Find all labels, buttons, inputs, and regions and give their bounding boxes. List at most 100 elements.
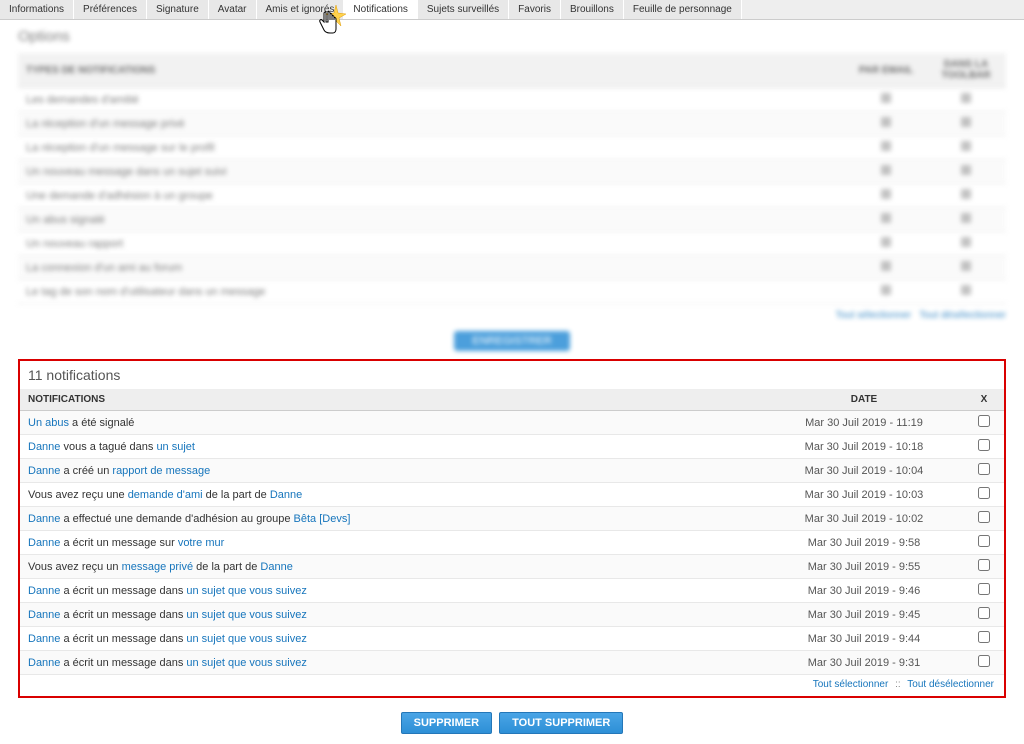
options-select-all[interactable]: Tout sélectionner [836,310,912,321]
notification-link[interactable]: un sujet que vous suivez [186,585,306,597]
tab-avatar[interactable]: Avatar [209,0,257,19]
notification-checkbox[interactable] [978,487,990,499]
option-row-toolbar-cb[interactable] [926,160,1006,184]
notif-deselect-all-link[interactable]: Tout désélectionner [907,679,994,690]
notification-checkbox[interactable] [978,655,990,667]
notification-link[interactable]: votre mur [178,537,224,549]
notification-checkbox[interactable] [978,583,990,595]
tab-feuille-de-personnage[interactable]: Feuille de personnage [624,0,742,19]
option-row-email-cb[interactable] [846,88,926,112]
tab-préférences[interactable]: Préférences [74,0,147,19]
delete-all-button[interactable]: TOUT SUPPRIMER [499,712,623,734]
notification-message: Danne a écrit un message dans un sujet q… [20,651,764,675]
profile-tabs: InformationsPréférencesSignatureAvatarAm… [0,0,1024,20]
options-deselect-all[interactable]: Tout désélectionner [919,310,1006,321]
notification-checkbox[interactable] [978,607,990,619]
link-separator: :: [895,679,901,690]
notification-date: Mar 30 Juil 2019 - 9:55 [764,555,964,579]
notification-link[interactable]: Danne [28,585,60,597]
notification-link[interactable]: un sujet [156,441,195,453]
notification-message: Danne a écrit un message sur votre mur [20,531,764,555]
tab-sujets-surveillés[interactable]: Sujets surveillés [418,0,509,19]
option-row-email-cb[interactable] [846,232,926,256]
tab-brouillons[interactable]: Brouillons [561,0,624,19]
notification-link[interactable]: un sujet que vous suivez [186,609,306,621]
notification-link[interactable]: Danne [270,489,302,501]
notification-message: Danne vous a tagué dans un sujet [20,435,764,459]
option-row-email-cb[interactable] [846,136,926,160]
notification-link[interactable]: Un abus [28,417,69,429]
option-row-toolbar-cb[interactable] [926,184,1006,208]
notifications-table: NOTIFICATIONS DATE X Un abus a été signa… [20,389,1004,675]
option-row-toolbar-cb[interactable] [926,112,1006,136]
notification-link[interactable]: Danne [28,609,60,621]
options-heading: Options [18,28,1006,45]
notification-link[interactable]: un sujet que vous suivez [186,633,306,645]
option-row-email-cb[interactable] [846,184,926,208]
option-row-label: Une demande d'adhésion à un groupe [18,184,846,208]
options-th-toolbar: DANS LA TOOLBAR [926,53,1006,88]
notification-row: Vous avez reçu une demande d'ami de la p… [20,483,1004,507]
notification-link[interactable]: un sujet que vous suivez [186,657,306,669]
notification-text: a écrit un message dans [60,585,186,597]
notification-text: a écrit un message dans [60,657,186,669]
notification-date: Mar 30 Juil 2019 - 10:04 [764,459,964,483]
notification-message: Danne a écrit un message dans un sujet q… [20,579,764,603]
notification-link[interactable]: Danne [28,633,60,645]
option-row-toolbar-cb[interactable] [926,256,1006,280]
notification-date: Mar 30 Juil 2019 - 11:19 [764,411,964,435]
notification-checkbox[interactable] [978,415,990,427]
notification-date: Mar 30 Juil 2019 - 9:45 [764,603,964,627]
tab-signature[interactable]: Signature [147,0,209,19]
option-row-email-cb[interactable] [846,160,926,184]
notification-text: a effectué une demande d'adhésion au gro… [60,513,293,525]
notification-date: Mar 30 Juil 2019 - 9:58 [764,531,964,555]
tab-favoris[interactable]: Favoris [509,0,561,19]
notification-link[interactable]: Danne [28,465,60,477]
option-row-toolbar-cb[interactable] [926,136,1006,160]
notification-link[interactable]: Danne [28,657,60,669]
notif-select-all-link[interactable]: Tout sélectionner [813,679,889,690]
notification-message: Danne a créé un rapport de message [20,459,764,483]
notification-message: Un abus a été signalé [20,411,764,435]
notification-link[interactable]: rapport de message [112,465,210,477]
notification-message: Danne a écrit un message dans un sujet q… [20,627,764,651]
notification-text: a créé un [60,465,112,477]
notification-link[interactable]: Danne [260,561,292,573]
notification-date: Mar 30 Juil 2019 - 10:02 [764,507,964,531]
notif-action-buttons: SUPPRIMER TOUT SUPPRIMER [0,706,1024,744]
notification-link[interactable]: demande d'ami [128,489,203,501]
notification-text: a été signalé [69,417,134,429]
notification-checkbox[interactable] [978,559,990,571]
option-row-email-cb[interactable] [846,208,926,232]
delete-button[interactable]: SUPPRIMER [401,712,492,734]
notif-selection-links: Tout sélectionner :: Tout désélectionner [20,675,1004,692]
option-row-toolbar-cb[interactable] [926,232,1006,256]
tab-informations[interactable]: Informations [0,0,74,19]
option-row-toolbar-cb[interactable] [926,280,1006,304]
notification-link[interactable]: Danne [28,441,60,453]
notification-date: Mar 30 Juil 2019 - 9:31 [764,651,964,675]
notification-checkbox[interactable] [978,631,990,643]
notification-text: vous a tagué dans [60,441,156,453]
option-row-email-cb[interactable] [846,280,926,304]
notification-link[interactable]: message privé [122,561,194,573]
options-save-button[interactable]: ENREGISTRER [454,331,569,351]
notification-row: Danne a écrit un message sur votre murMa… [20,531,1004,555]
notification-checkbox[interactable] [978,511,990,523]
option-row-toolbar-cb[interactable] [926,88,1006,112]
notification-checkbox[interactable] [978,439,990,451]
option-row-email-cb[interactable] [846,256,926,280]
option-row-toolbar-cb[interactable] [926,208,1006,232]
notification-checkbox[interactable] [978,535,990,547]
tab-amis-et-ignorés[interactable]: Amis et ignorés [257,0,345,19]
notification-link[interactable]: Danne [28,513,60,525]
option-row-email-cb[interactable] [846,112,926,136]
options-section-blurred: Options TYPES DE NOTIFICATIONS PAR EMAIL… [0,20,1024,351]
notification-link[interactable]: Danne [28,537,60,549]
tab-notifications[interactable]: Notifications [344,0,417,19]
notification-text: de la part de [203,489,270,501]
notification-checkbox[interactable] [978,463,990,475]
notification-date: Mar 30 Juil 2019 - 10:18 [764,435,964,459]
notification-link[interactable]: Bêta [Devs] [294,513,351,525]
